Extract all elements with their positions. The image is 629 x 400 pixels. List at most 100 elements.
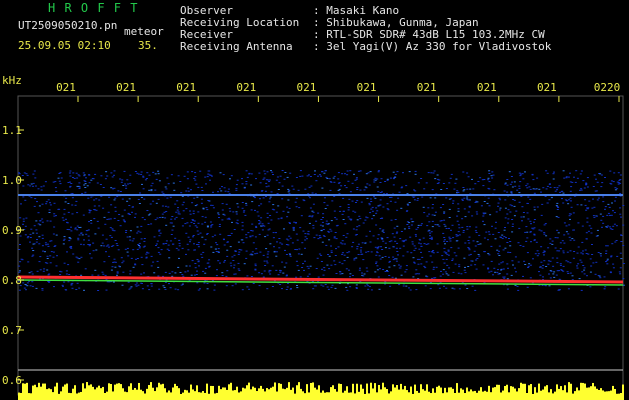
noise-pixel [436, 224, 439, 226]
noise-pixel [330, 252, 333, 253]
amplitude-bar [470, 389, 472, 400]
noise-pixel [32, 182, 35, 184]
noise-pixel [71, 213, 74, 215]
noise-pixel [288, 253, 291, 255]
noise-pixel [140, 173, 143, 175]
noise-pixel [241, 225, 244, 227]
noise-pixel [392, 184, 395, 186]
noise-pixel [257, 215, 260, 217]
noise-pixel [258, 233, 261, 235]
noise-pixel [342, 235, 345, 236]
noise-pixel [24, 234, 27, 236]
noise-pixel [138, 245, 140, 246]
noise-pixel [433, 170, 436, 172]
noise-pixel [556, 262, 559, 264]
noise-pixel [495, 211, 498, 213]
noise-pixel [202, 270, 205, 272]
noise-pixel [509, 204, 512, 206]
noise-pixel [396, 225, 399, 227]
amplitude-bar [220, 389, 222, 400]
noise-pixel [388, 275, 391, 276]
noise-pixel [431, 189, 434, 191]
noise-pixel [181, 247, 184, 249]
noise-pixel [529, 188, 532, 190]
noise-pixel [187, 249, 190, 251]
noise-pixel [356, 219, 359, 221]
amplitude-bar [362, 388, 364, 400]
noise-pixel [487, 267, 490, 269]
noise-pixel [38, 261, 41, 263]
noise-pixel [546, 172, 549, 174]
noise-pixel [77, 239, 80, 241]
x-tick-label: 021 [477, 81, 497, 94]
noise-pixel [146, 210, 149, 211]
amplitude-bar [244, 388, 246, 400]
noise-pixel [258, 220, 261, 221]
noise-pixel [506, 184, 509, 186]
noise-pixel [120, 181, 123, 183]
noise-pixel [518, 185, 521, 187]
noise-pixel [180, 192, 183, 194]
noise-pixel [141, 217, 144, 219]
noise-pixel [312, 224, 315, 226]
noise-pixel [467, 176, 470, 178]
noise-pixel [41, 221, 44, 223]
noise-pixel [284, 249, 286, 251]
noise-pixel [140, 238, 143, 240]
noise-pixel [348, 251, 351, 253]
amplitude-bar [268, 389, 270, 400]
noise-pixel [311, 216, 314, 218]
noise-pixel [276, 176, 279, 178]
noise-pixel [568, 213, 571, 215]
noise-pixel [166, 248, 169, 250]
noise-pixel [88, 221, 90, 223]
noise-pixel [429, 197, 432, 199]
noise-pixel [509, 211, 512, 213]
noise-pixel [233, 264, 236, 266]
noise-pixel [80, 232, 83, 234]
noise-pixel [479, 243, 482, 245]
noise-pixel [542, 187, 545, 189]
noise-pixel [335, 238, 338, 240]
amplitude-bar [214, 393, 216, 400]
noise-pixel [351, 275, 354, 276]
noise-pixel [251, 254, 254, 256]
amplitude-bar [364, 393, 366, 400]
noise-pixel [326, 178, 329, 179]
noise-pixel [96, 182, 99, 184]
noise-pixel [337, 182, 340, 184]
noise-pixel [395, 258, 398, 260]
noise-pixel [150, 190, 153, 192]
amplitude-bar [104, 393, 106, 400]
amplitude-bar [528, 385, 530, 400]
noise-pixel [128, 288, 131, 290]
noise-pixel [95, 198, 98, 200]
noise-pixel [121, 215, 124, 217]
noise-pixel [346, 170, 349, 172]
amplitude-bar [524, 383, 526, 400]
noise-pixel [289, 223, 291, 224]
noise-pixel [341, 213, 344, 215]
noise-pixel [515, 271, 517, 273]
noise-pixel [398, 191, 401, 193]
noise-pixel [556, 202, 559, 204]
noise-pixel [152, 171, 155, 173]
noise-pixel [129, 239, 132, 241]
noise-pixel [593, 216, 596, 218]
noise-pixel [588, 225, 591, 227]
noise-pixel [554, 237, 557, 239]
noise-pixel [275, 211, 278, 213]
noise-pixel [399, 238, 402, 240]
noise-pixel [488, 188, 491, 190]
noise-pixel [64, 190, 67, 192]
noise-pixel [52, 233, 55, 235]
noise-pixel [101, 234, 104, 236]
noise-pixel [206, 288, 209, 290]
amplitude-bar [584, 383, 586, 400]
amplitude-bar [318, 385, 320, 400]
noise-pixel [349, 191, 352, 193]
noise-pixel [379, 228, 382, 230]
noise-pixel [55, 190, 58, 192]
noise-pixel [194, 172, 197, 174]
amplitude-bar [422, 389, 424, 400]
